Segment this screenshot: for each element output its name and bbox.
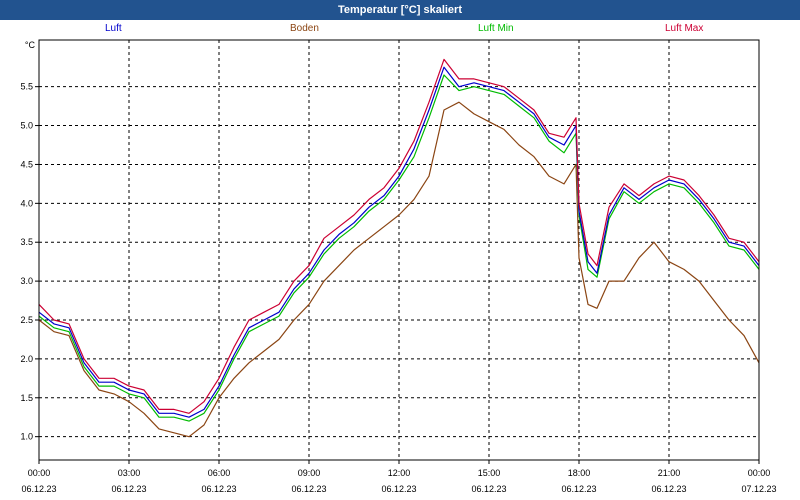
y-tick-label: 3.5 (20, 237, 33, 247)
x-tick-label-date: 06.12.23 (561, 484, 596, 494)
x-tick-label-time: 03:00 (118, 468, 141, 478)
y-tick-label: 1.0 (20, 432, 33, 442)
x-tick-label-time: 18:00 (568, 468, 591, 478)
y-tick-label: 4.5 (20, 159, 33, 169)
x-tick-label-time: 00:00 (748, 468, 771, 478)
x-tick-label-date: 06.12.23 (651, 484, 686, 494)
x-tick-label-date: 06.12.23 (201, 484, 236, 494)
x-tick-label-date: 06.12.23 (21, 484, 56, 494)
x-tick-label-date: 07.12.23 (741, 484, 776, 494)
y-tick-label: 2.5 (20, 315, 33, 325)
x-tick-label-time: 09:00 (298, 468, 321, 478)
x-tick-label-date: 06.12.23 (291, 484, 326, 494)
y-tick-label: 5.0 (20, 121, 33, 131)
x-tick-label-time: 21:00 (658, 468, 681, 478)
chart-plot: 00:00 06.12.23 03:00 06.12.23 06:00 06.12.23 0… (20, 39, 777, 494)
x-tick-label-time: 00:00 (28, 468, 51, 478)
x-tick-label-date: 06.12.23 (471, 484, 506, 494)
x-tick-label-time: 15:00 (478, 468, 501, 478)
y-tick-label: 5.5 (20, 82, 33, 92)
y-axis-label: °C (25, 40, 36, 50)
x-tick-label-date: 06.12.23 (111, 484, 146, 494)
y-tick-label: 3.0 (20, 276, 33, 286)
y-tick-label: 2.0 (20, 354, 33, 364)
x-tick-label-time: 06:00 (208, 468, 231, 478)
chart-window: Temperatur [°C] skaliert Luft Boden Luft… (0, 0, 800, 500)
y-tick-label: 1.5 (20, 393, 33, 403)
x-tick-label-time: 12:00 (388, 468, 411, 478)
x-tick-label-date: 06.12.23 (381, 484, 416, 494)
y-tick-label: 4.0 (20, 198, 33, 208)
